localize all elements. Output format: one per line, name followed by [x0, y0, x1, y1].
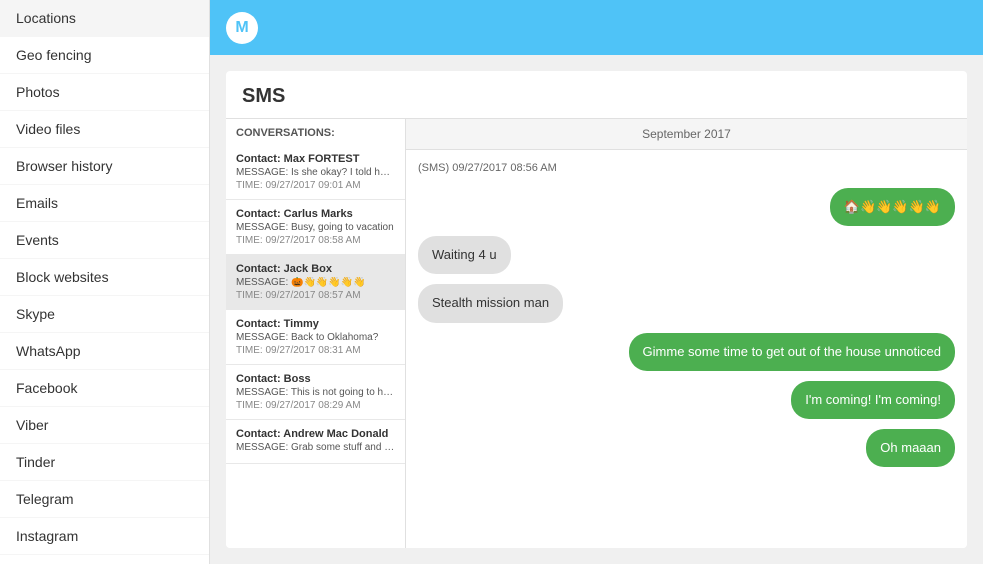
sidebar-item-kik-messenger[interactable]: Kik Messenger: [0, 555, 209, 564]
conv-time: TIME: 09/27/2017 08:57 AM: [236, 290, 395, 301]
topbar: M: [210, 0, 983, 55]
conv-time: TIME: 09/27/2017 08:58 AM: [236, 235, 395, 246]
sidebar-item-events[interactable]: Events: [0, 222, 209, 259]
chat-bubble: Waiting 4 u: [418, 236, 511, 274]
sidebar-item-browser-history[interactable]: Browser history: [0, 148, 209, 185]
messages-list: 🏠👋👋👋👋👋 Waiting 4 u Stealth mission man Gimm…: [418, 188, 955, 467]
main-content: M SMS CONVERSATIONS: Contact: Max FORTES…: [210, 0, 983, 564]
sidebar-item-label: Browser history: [16, 158, 112, 174]
conversation-item[interactable]: Contact: Andrew Mac Donald MESSAGE: Grab…: [226, 420, 405, 464]
sidebar-item-label: Block websites: [16, 269, 109, 285]
sidebar-item-emails[interactable]: Emails: [0, 185, 209, 222]
conv-message: MESSAGE: Is she okay? I told her that t.…: [236, 167, 395, 178]
chat-messages: (SMS) 09/27/2017 08:56 AM 🏠👋👋👋👋👋 Waiting …: [406, 150, 967, 548]
sidebar-item-tinder[interactable]: Tinder: [0, 444, 209, 481]
conv-message: MESSAGE: Back to Oklahoma?: [236, 332, 395, 343]
sidebar-item-block-websites[interactable]: Block websites: [0, 259, 209, 296]
sidebar-item-locations[interactable]: Locations: [0, 0, 209, 37]
conv-contact: Contact: Boss: [236, 373, 395, 385]
sms-meta: (SMS) 09/27/2017 08:56 AM: [418, 162, 955, 174]
conversation-item[interactable]: Contact: Boss MESSAGE: This is not going…: [226, 365, 405, 420]
sidebar-item-label: Events: [16, 232, 59, 248]
sidebar-item-video-files[interactable]: Video files: [0, 111, 209, 148]
topbar-logo: M: [226, 12, 258, 44]
conv-contact: Contact: Jack Box: [236, 263, 395, 275]
conv-message: MESSAGE: This is not going to happen!: [236, 387, 395, 398]
conversation-item[interactable]: Contact: Max FORTEST MESSAGE: Is she oka…: [226, 145, 405, 200]
sidebar-item-label: Locations: [16, 10, 76, 26]
conv-contact: Contact: Timmy: [236, 318, 395, 330]
sidebar-item-label: WhatsApp: [16, 343, 81, 359]
conv-contact: Contact: Andrew Mac Donald: [236, 428, 395, 440]
conv-time: TIME: 09/27/2017 09:01 AM: [236, 180, 395, 191]
sidebar-item-skype[interactable]: Skype: [0, 296, 209, 333]
sidebar-item-facebook[interactable]: Facebook: [0, 370, 209, 407]
sidebar-item-label: Tinder: [16, 454, 55, 470]
sms-title: SMS: [226, 71, 967, 118]
chat-bubble: Oh maaan: [866, 429, 955, 467]
sms-container: SMS CONVERSATIONS: Contact: Max FORTEST …: [226, 71, 967, 548]
sidebar-item-label: Photos: [16, 84, 60, 100]
sidebar: Locations Geo fencing Photos Video files Bro…: [0, 0, 210, 564]
chat-area: September 2017 (SMS) 09/27/2017 08:56 AM…: [406, 119, 967, 548]
conversations-header: CONVERSATIONS:: [226, 119, 405, 145]
conversation-item[interactable]: Contact: Carlus Marks MESSAGE: Busy, goi…: [226, 200, 405, 255]
sidebar-item-label: Emails: [16, 195, 58, 211]
chat-bubble: Stealth mission man: [418, 284, 563, 322]
chat-date-header: September 2017: [406, 119, 967, 150]
logo-letter: M: [235, 19, 248, 37]
sidebar-item-label: Viber: [16, 417, 48, 433]
chat-bubble: Gimme some time to get out of the house …: [629, 333, 955, 371]
sidebar-item-label: Instagram: [16, 528, 78, 544]
sidebar-item-label: Geo fencing: [16, 47, 92, 63]
conv-time: TIME: 09/27/2017 08:29 AM: [236, 400, 395, 411]
sidebar-item-telegram[interactable]: Telegram: [0, 481, 209, 518]
sidebar-item-label: Skype: [16, 306, 55, 322]
conversations-list: Contact: Max FORTEST MESSAGE: Is she oka…: [226, 145, 405, 464]
chat-bubble: 🏠👋👋👋👋👋: [830, 188, 955, 226]
sidebar-item-whatsapp[interactable]: WhatsApp: [0, 333, 209, 370]
sidebar-item-label: Facebook: [16, 380, 77, 396]
sidebar-item-geo-fencing[interactable]: Geo fencing: [0, 37, 209, 74]
sidebar-item-instagram[interactable]: Instagram: [0, 518, 209, 555]
sidebar-item-viber[interactable]: Viber: [0, 407, 209, 444]
conversations-panel: CONVERSATIONS: Contact: Max FORTEST MESS…: [226, 119, 406, 548]
sms-body: CONVERSATIONS: Contact: Max FORTEST MESS…: [226, 118, 967, 548]
sidebar-item-label: Telegram: [16, 491, 74, 507]
conv-message: MESSAGE: Grab some stuff and I'll meet: [236, 442, 395, 453]
conv-message: MESSAGE: Busy, going to vacation: [236, 222, 395, 233]
sidebar-item-photos[interactable]: Photos: [0, 74, 209, 111]
conversation-item[interactable]: Contact: Jack Box MESSAGE: 🎃👋👋👋👋👋 TIME: …: [226, 255, 405, 310]
chat-bubble: I'm coming! I'm coming!: [791, 381, 955, 419]
conv-message: MESSAGE: 🎃👋👋👋👋👋: [236, 277, 395, 288]
conv-contact: Contact: Carlus Marks: [236, 208, 395, 220]
conv-time: TIME: 09/27/2017 08:31 AM: [236, 345, 395, 356]
conversation-item[interactable]: Contact: Timmy MESSAGE: Back to Oklahoma…: [226, 310, 405, 365]
conv-contact: Contact: Max FORTEST: [236, 153, 395, 165]
sidebar-item-label: Video files: [16, 121, 80, 137]
